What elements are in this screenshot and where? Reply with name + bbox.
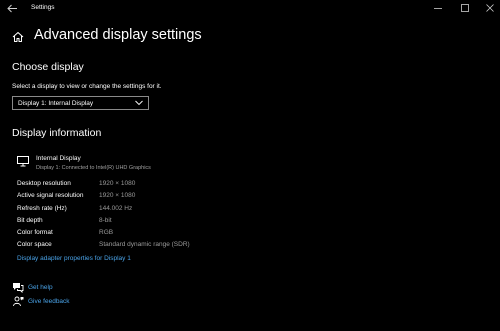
display-select-dropdown[interactable]: Display 1: Internal Display [12, 96, 149, 110]
info-label: Refresh rate (Hz) [17, 205, 67, 212]
monitor-icon [17, 156, 29, 167]
info-label: Bit depth [17, 217, 43, 224]
display-name: Internal Display [36, 155, 81, 162]
minimize-icon[interactable] [428, 0, 448, 17]
settings-window: Settings Advanced display settings Choos… [0, 0, 500, 331]
info-value: 8-bit [99, 217, 112, 224]
display-adapter-properties-link[interactable]: Display adapter properties for Display 1 [17, 255, 131, 262]
info-value: 1920 × 1080 [99, 192, 136, 199]
info-label: Active signal resolution [17, 192, 84, 199]
give-feedback-row[interactable]: Give feedback [12, 296, 132, 308]
info-value: RGB [99, 229, 114, 236]
info-row-refresh-rate: Refresh rate (Hz) 144.002 Hz [17, 205, 257, 216]
get-help-row[interactable]: Get help [12, 282, 132, 294]
info-value: 144.002 Hz [99, 205, 133, 212]
page-title: Advanced display settings [34, 27, 202, 43]
give-feedback-link[interactable]: Give feedback [28, 298, 70, 305]
info-row-color-format: Color format RGB [17, 229, 257, 240]
info-row-active-signal-resolution: Active signal resolution 1920 × 1080 [17, 192, 257, 203]
info-row-desktop-resolution: Desktop resolution 1920 × 1080 [17, 180, 257, 191]
dropdown-selected-value: Display 1: Internal Display [18, 100, 94, 107]
close-icon[interactable] [480, 0, 500, 17]
maximize-icon[interactable] [455, 0, 475, 17]
get-help-link[interactable]: Get help [28, 284, 53, 291]
display-connection-info: Display 1: Connected to Intel(R) UHD Gra… [36, 165, 151, 171]
back-arrow-icon[interactable] [6, 3, 18, 14]
chevron-down-icon [135, 100, 143, 106]
info-label: Color format [17, 229, 53, 236]
title-bar: Settings [0, 0, 500, 17]
info-row-color-space: Color space Standard dynamic range (SDR) [17, 241, 257, 252]
info-value: Standard dynamic range (SDR) [99, 241, 190, 248]
info-row-bit-depth: Bit depth 8-bit [17, 217, 257, 228]
home-icon[interactable] [12, 30, 24, 42]
select-display-hint: Select a display to view or change the s… [12, 83, 162, 90]
display-information-heading: Display information [12, 127, 102, 139]
info-label: Desktop resolution [17, 180, 71, 187]
feedback-person-icon [13, 296, 24, 307]
choose-display-heading: Choose display [12, 61, 84, 73]
app-title: Settings [31, 4, 55, 11]
info-label: Color space [17, 241, 52, 248]
chat-bubble-icon [13, 283, 24, 293]
info-value: 1920 × 1080 [99, 180, 136, 187]
